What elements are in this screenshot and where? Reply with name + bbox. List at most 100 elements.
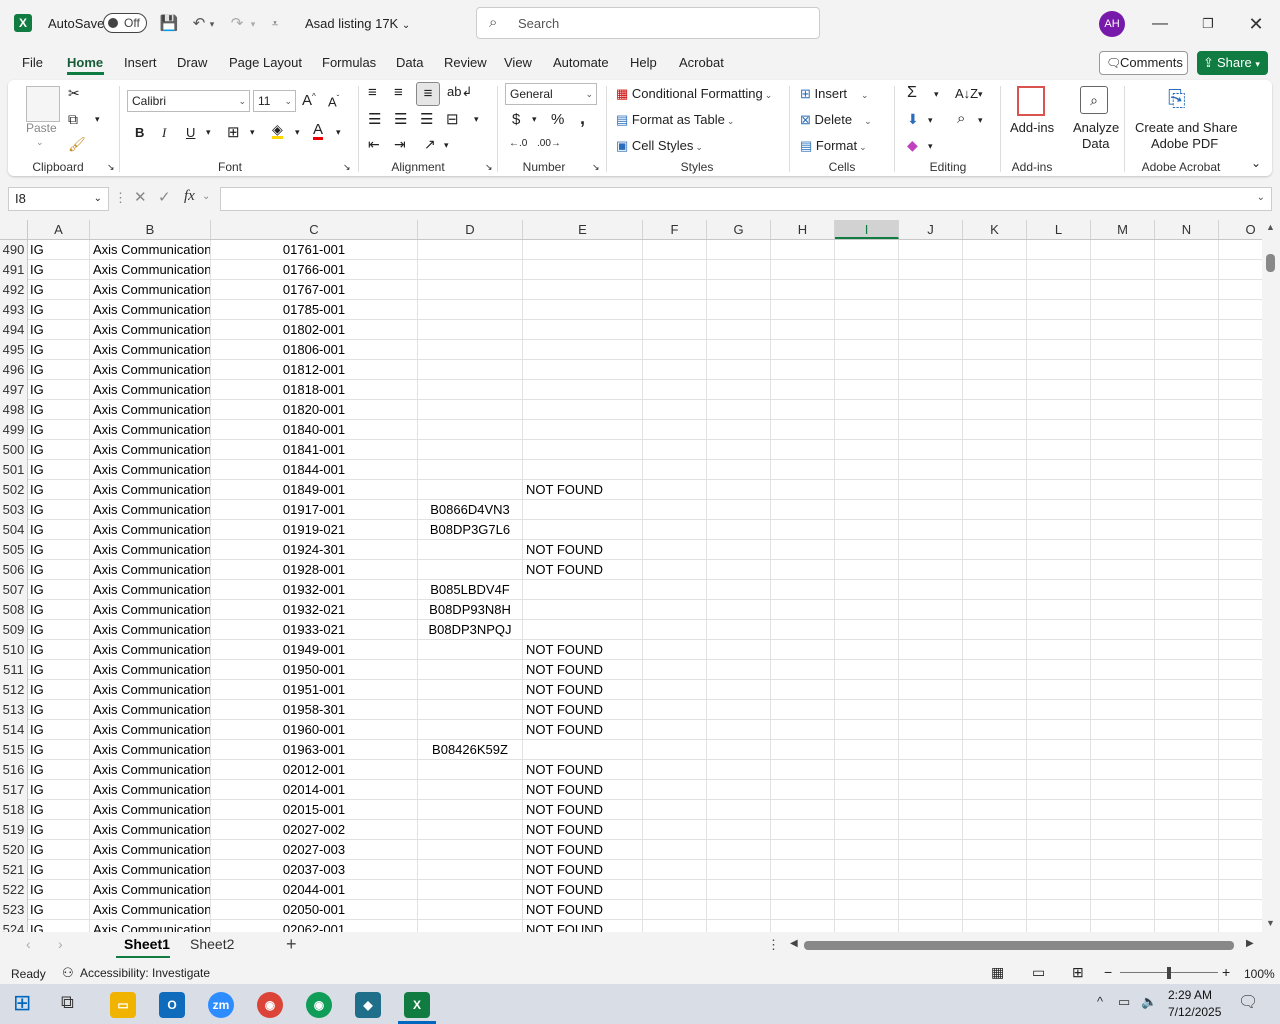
cell-b[interactable]: Axis Communications (90, 780, 211, 799)
column-header-j[interactable]: J (899, 220, 963, 239)
cell-o[interactable] (1219, 280, 1262, 299)
cell-a[interactable]: IG (28, 580, 90, 599)
cell-d[interactable] (418, 260, 523, 279)
cell-l[interactable] (1027, 720, 1091, 739)
formula-input[interactable]: ⌄ (220, 187, 1272, 211)
cell-g[interactable] (707, 620, 771, 639)
cell-l[interactable] (1027, 440, 1091, 459)
scroll-up-icon[interactable]: ▲ (1266, 222, 1275, 232)
cell-m[interactable] (1091, 520, 1155, 539)
cell-b[interactable]: Axis Communications (90, 720, 211, 739)
alignment-launcher-icon[interactable]: ↘ (485, 162, 493, 173)
cell-f[interactable] (643, 580, 707, 599)
cell-i[interactable] (835, 320, 899, 339)
more-options-icon[interactable]: ⋮ (114, 190, 127, 206)
align-right-icon[interactable]: ☰ (420, 110, 433, 128)
row-header[interactable]: 518 (0, 800, 28, 820)
cell-f[interactable] (643, 880, 707, 899)
cell-h[interactable] (771, 480, 835, 499)
cell-d[interactable] (418, 920, 523, 932)
cell-o[interactable] (1219, 560, 1262, 579)
cell-e[interactable] (523, 520, 643, 539)
cell-n[interactable] (1155, 740, 1219, 759)
cell-c[interactable]: 02037-003 (211, 860, 418, 879)
cell-g[interactable] (707, 880, 771, 899)
cell-e[interactable]: NOT FOUND (523, 860, 643, 879)
row-header[interactable]: 499 (0, 420, 28, 440)
cell-g[interactable] (707, 540, 771, 559)
cell-d[interactable] (418, 760, 523, 779)
column-header-m[interactable]: M (1091, 220, 1155, 239)
cell-m[interactable] (1091, 740, 1155, 759)
cell-b[interactable]: Axis Communications (90, 320, 211, 339)
save-icon[interactable]: 💾 (158, 13, 180, 35)
cell-a[interactable]: IG (28, 260, 90, 279)
font-name-select[interactable]: Calibri ⌄ (127, 90, 250, 112)
cell-e[interactable]: NOT FOUND (523, 720, 643, 739)
horizontal-scroll-thumb[interactable] (804, 941, 1234, 950)
cell-a[interactable]: IG (28, 240, 90, 259)
cell-c[interactable]: 02015-001 (211, 800, 418, 819)
row-header[interactable]: 517 (0, 780, 28, 800)
cell-n[interactable] (1155, 780, 1219, 799)
cell-e[interactable]: NOT FOUND (523, 760, 643, 779)
cell-l[interactable] (1027, 760, 1091, 779)
column-header-c[interactable]: C (211, 220, 418, 239)
cell-g[interactable] (707, 580, 771, 599)
cell-k[interactable] (963, 640, 1027, 659)
insert-function-icon[interactable]: fx (184, 188, 195, 205)
cell-o[interactable] (1219, 460, 1262, 479)
fill-color-dropdown-icon[interactable]: ▾ (295, 127, 300, 138)
cell-g[interactable] (707, 300, 771, 319)
cell-a[interactable]: IG (28, 740, 90, 759)
cell-e[interactable] (523, 620, 643, 639)
cell-o[interactable] (1219, 380, 1262, 399)
cell-i[interactable] (835, 860, 899, 879)
analyze-data-button[interactable]: Analyze (1073, 120, 1119, 135)
cell-d[interactable] (418, 480, 523, 499)
cell-k[interactable] (963, 420, 1027, 439)
cell-o[interactable] (1219, 720, 1262, 739)
cell-l[interactable] (1027, 640, 1091, 659)
cell-h[interactable] (771, 660, 835, 679)
cell-i[interactable] (835, 680, 899, 699)
cell-n[interactable] (1155, 640, 1219, 659)
align-left-icon[interactable]: ☰ (368, 110, 381, 128)
cell-i[interactable] (835, 260, 899, 279)
cell-h[interactable] (771, 620, 835, 639)
fill-dropdown-icon[interactable]: ▾ (928, 115, 933, 126)
cell-i[interactable] (835, 580, 899, 599)
cell-i[interactable] (835, 920, 899, 932)
cell-n[interactable] (1155, 580, 1219, 599)
row-header[interactable]: 502 (0, 480, 28, 500)
cell-b[interactable]: Axis Communications (90, 680, 211, 699)
cell-c[interactable]: 01818-001 (211, 380, 418, 399)
cell-b[interactable]: Axis Communications (90, 800, 211, 819)
close-icon[interactable]: ✕ (1242, 10, 1270, 38)
column-header-f[interactable]: F (643, 220, 707, 239)
cell-h[interactable] (771, 300, 835, 319)
cell-d[interactable]: B0866D4VN3 (418, 500, 523, 519)
excel-taskbar-icon[interactable]: X (404, 992, 430, 1018)
align-bottom-icon[interactable]: ≡ (416, 82, 440, 106)
spreadsheet-grid[interactable]: ABCDEFGHIJKLMNO 490 IG Axis Communications… (0, 220, 1262, 932)
row-header[interactable]: 519 (0, 820, 28, 840)
cell-a[interactable]: IG (28, 840, 90, 859)
paste-dropdown-icon[interactable]: ⌄ (36, 137, 44, 148)
cell-e[interactable] (523, 400, 643, 419)
cell-d[interactable] (418, 440, 523, 459)
cell-k[interactable] (963, 380, 1027, 399)
cell-d[interactable]: B085LBDV4F (418, 580, 523, 599)
cell-b[interactable]: Axis Communications (90, 900, 211, 919)
cell-c[interactable]: 02062-001 (211, 920, 418, 932)
cell-f[interactable] (643, 900, 707, 919)
file-explorer-icon[interactable]: ▭ (110, 992, 136, 1018)
cell-a[interactable]: IG (28, 920, 90, 932)
cell-g[interactable] (707, 420, 771, 439)
cell-d[interactable] (418, 540, 523, 559)
cell-j[interactable] (899, 420, 963, 439)
sort-filter-dropdown-icon[interactable]: ▾ (978, 89, 983, 100)
merge-center-icon[interactable]: ⊟ (446, 110, 459, 128)
cell-g[interactable] (707, 400, 771, 419)
cell-l[interactable] (1027, 700, 1091, 719)
